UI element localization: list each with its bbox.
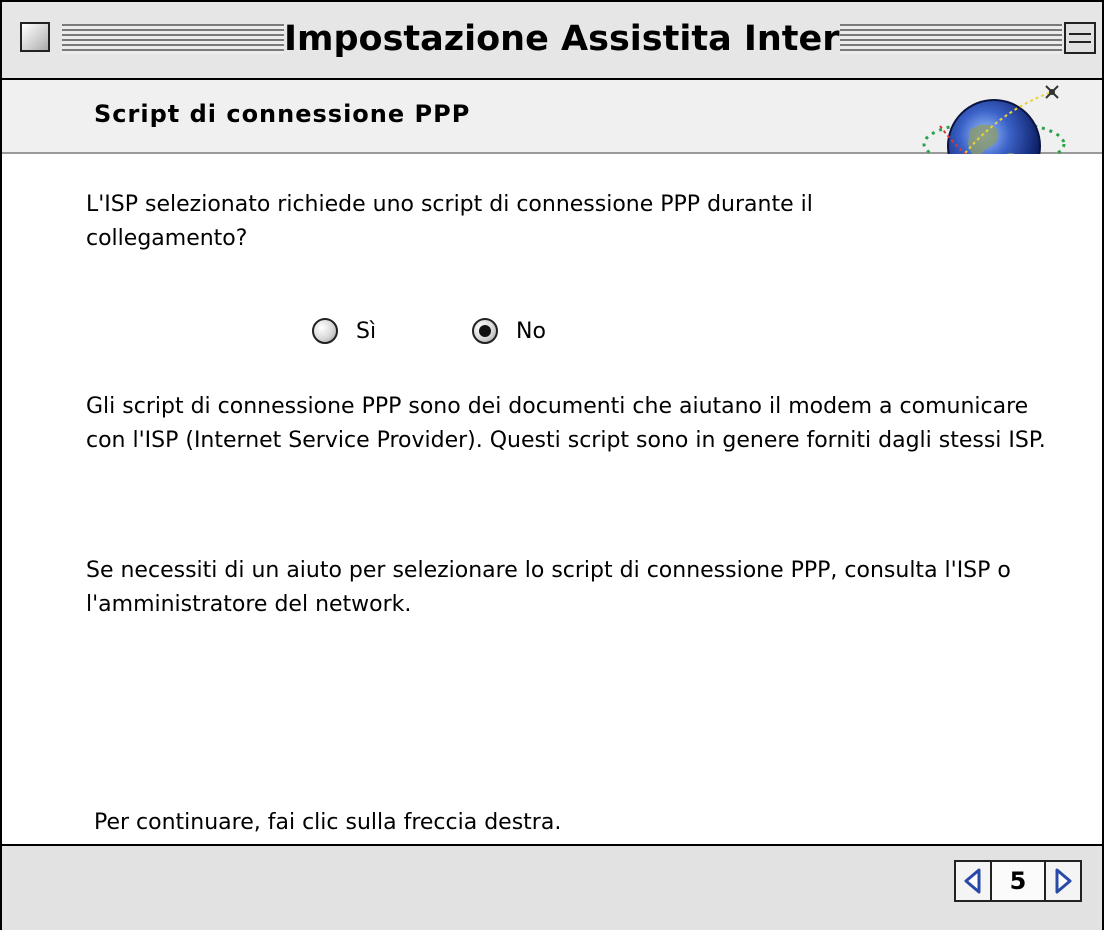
help-text: Se necessiti di un aiuto per selezionare… bbox=[86, 558, 1011, 617]
question-text: L'ISP selezionato richiede uno script di… bbox=[86, 192, 813, 251]
assistant-window: Impostazione Assistita Internet Script d… bbox=[0, 0, 1104, 930]
close-box[interactable] bbox=[20, 22, 50, 52]
radio-si-circle[interactable] bbox=[312, 318, 338, 344]
page-number: 5 bbox=[992, 860, 1044, 902]
collapse-box[interactable] bbox=[1064, 22, 1096, 54]
radio-no-circle[interactable] bbox=[472, 318, 498, 344]
title-stripes-left bbox=[62, 24, 284, 54]
prev-page-button[interactable] bbox=[954, 860, 992, 902]
content-area: L'ISP selezionato richiede uno script di… bbox=[2, 154, 1102, 844]
title-bar[interactable]: Impostazione Assistita Internet bbox=[2, 2, 1102, 80]
section-title: Script di connessione PPP bbox=[94, 100, 471, 128]
continue-hint: Per continuare, fai clic sulla freccia d… bbox=[94, 810, 562, 835]
left-arrow-icon bbox=[964, 868, 981, 894]
radio-no-label: No bbox=[516, 318, 546, 344]
window-title: Impostazione Assistita Internet bbox=[284, 19, 905, 59]
right-arrow-icon bbox=[1055, 868, 1072, 894]
explanation-text: Gli script di connessione PPP sono dei d… bbox=[86, 394, 1046, 453]
radio-no[interactable]: No bbox=[472, 314, 546, 348]
radio-si-label: Sì bbox=[356, 318, 377, 344]
page-navigator: 5 bbox=[954, 860, 1086, 902]
footer-bar: 5 bbox=[2, 844, 1102, 930]
next-page-button[interactable] bbox=[1044, 860, 1082, 902]
radio-si[interactable]: Sì bbox=[312, 314, 376, 348]
title-stripes-right bbox=[840, 24, 1062, 54]
